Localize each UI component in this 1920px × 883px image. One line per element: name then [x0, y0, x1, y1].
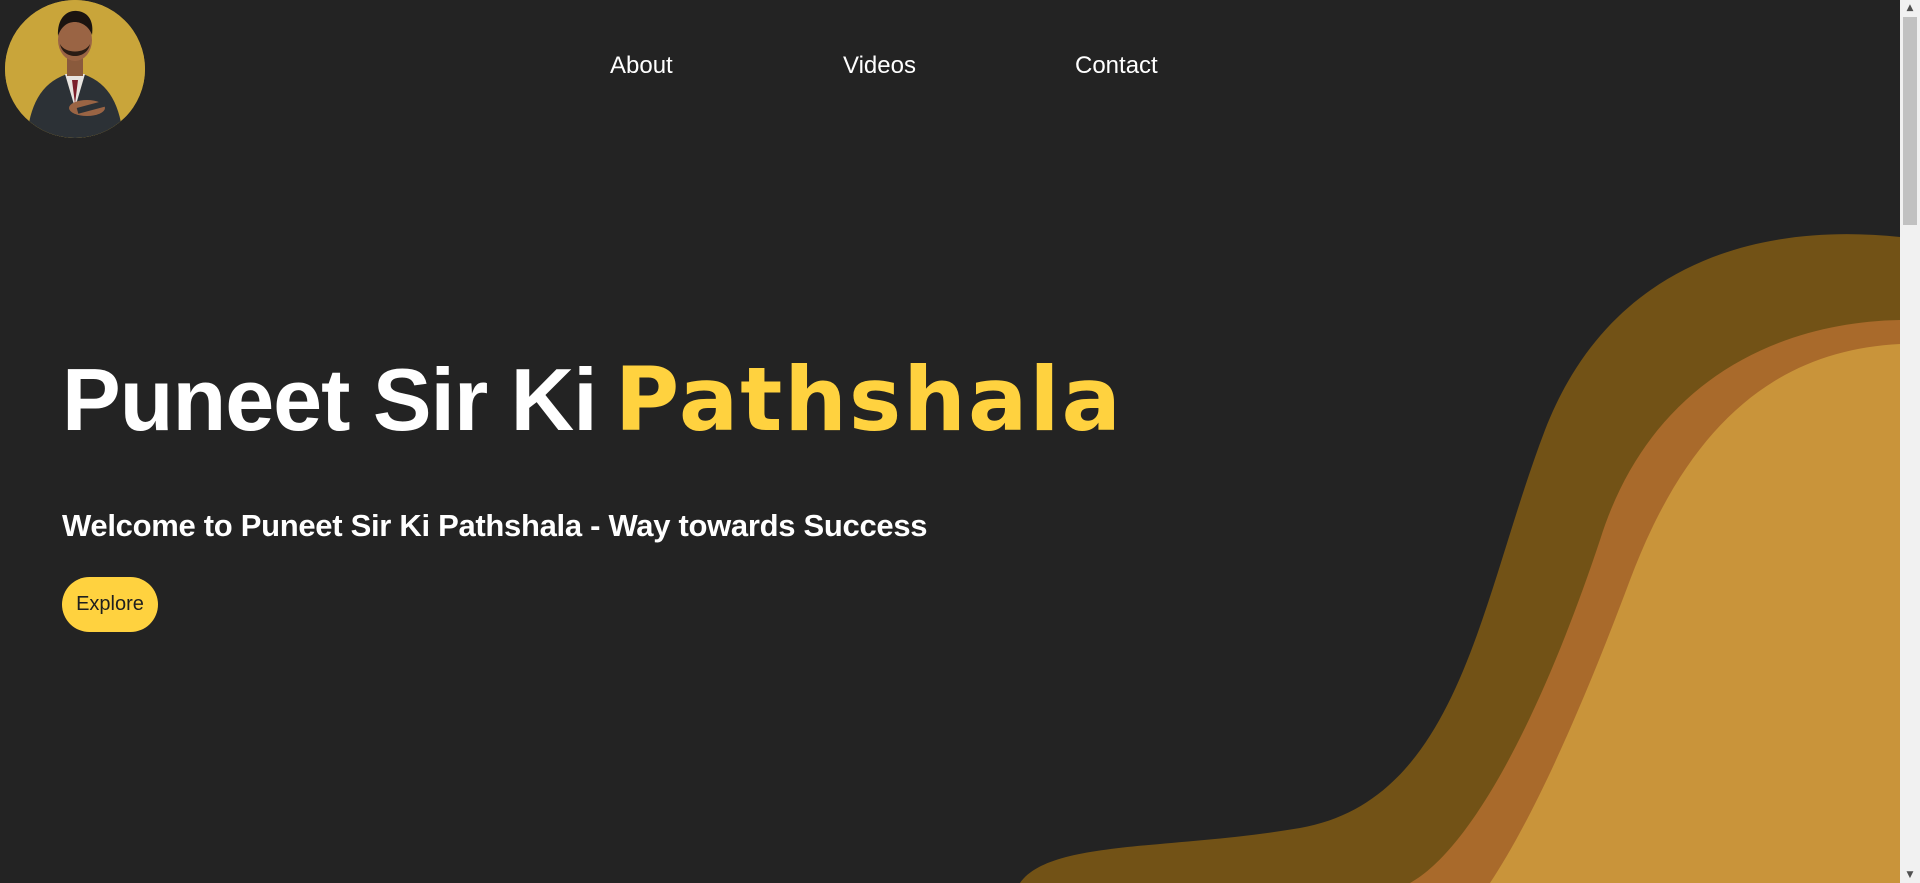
nav-link-about[interactable]: About [610, 50, 673, 82]
vertical-scrollbar[interactable]: ▲ ▼ [1900, 0, 1920, 883]
nav-link-videos[interactable]: Videos [843, 50, 916, 82]
scrollbar-thumb[interactable] [1903, 17, 1917, 225]
scroll-down-arrow-icon[interactable]: ▼ [1900, 867, 1920, 883]
main-nav: About Videos Contact [0, 50, 1900, 86]
wave-mid [1410, 320, 1900, 883]
scroll-up-arrow-icon[interactable]: ▲ [1900, 0, 1920, 16]
nav-link-contact[interactable]: Contact [1075, 50, 1158, 82]
landing-page: About Videos Contact Puneet Sir Ki Pathsh… [0, 0, 1920, 883]
explore-button[interactable]: Explore [62, 577, 158, 632]
hero-subtitle: Welcome to Puneet Sir Ki Pathshala - Way… [62, 508, 928, 543]
hero-title-accent: Pathshala [614, 348, 1123, 451]
hero-title: Puneet Sir Ki Pathshala [62, 356, 1123, 444]
wave-dark [1020, 234, 1900, 883]
hero-title-main: Puneet Sir Ki [62, 350, 598, 449]
wave-light [1490, 344, 1900, 883]
